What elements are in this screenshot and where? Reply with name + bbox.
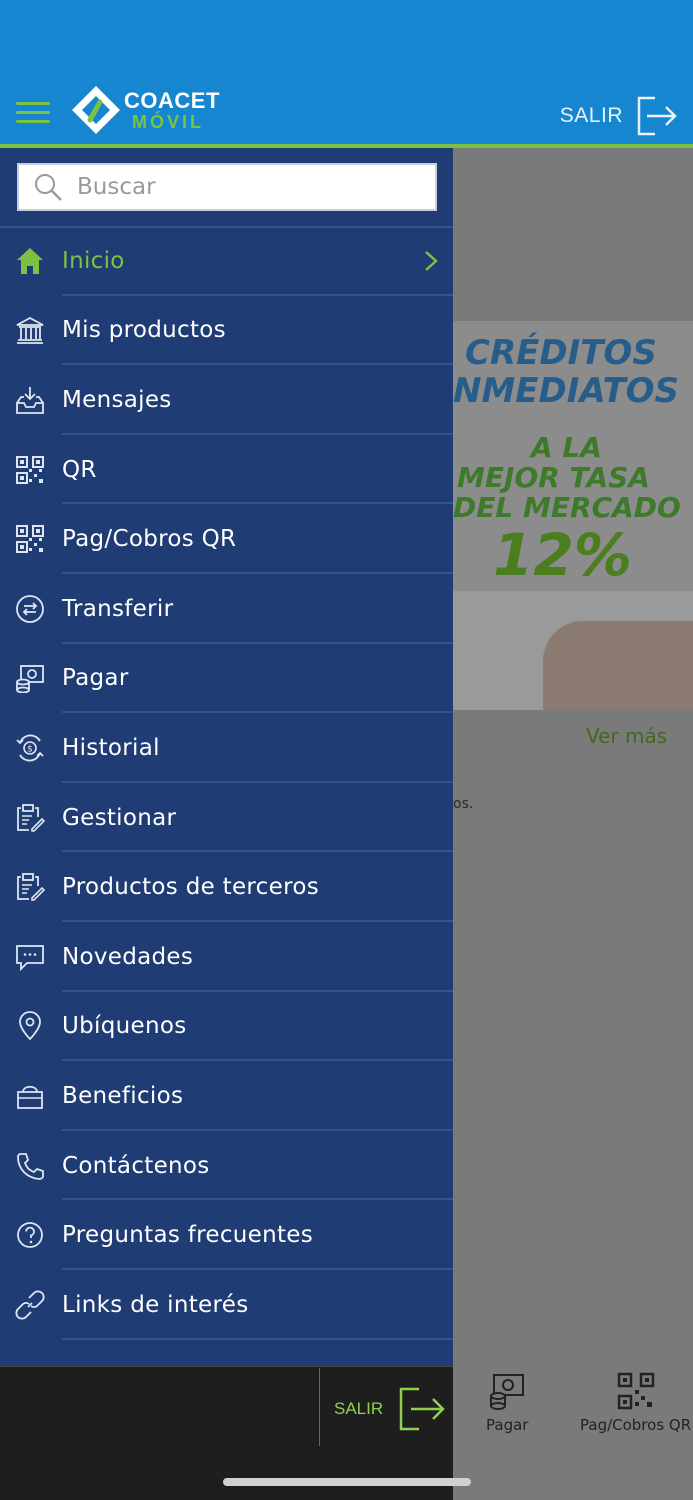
promo-line-3: A LA [531,431,602,464]
logo-diamond-icon [72,86,120,134]
drawer-exit-label: SALIR [334,1399,384,1418]
qr-icon [617,1372,654,1410]
inbox-icon [14,384,46,416]
menu-item-beneficios[interactable]: Beneficios [0,1061,453,1131]
drawer-menu: Inicio Mis productos Mensajes QR Pag/Cob… [0,226,453,1340]
header-exit-button[interactable]: SALIR [560,94,679,138]
menu-item-historial[interactable]: $ Historial [0,713,453,783]
menu-item-ubiquenos[interactable]: Ubíquenos [0,992,453,1062]
menu-item-gestionar[interactable]: Gestionar [0,783,453,853]
tab-pag-cobros-qr-label: Pag/Cobros QR [580,1416,692,1434]
clipboard-icon [14,802,46,834]
location-icon [14,1010,46,1042]
exit-icon [637,96,677,136]
search-icon [35,174,62,201]
bottom-divider [319,1368,320,1446]
menu-item-label: Mensajes [62,386,172,413]
history-icon: $ [14,732,46,764]
chat-icon [14,941,46,973]
menu-item-label: Productos de terceros [62,874,319,901]
svg-text:$: $ [27,744,33,754]
search-input[interactable] [77,174,397,200]
menu-item-novedades[interactable]: Novedades [0,922,453,992]
menu-item-label: Contáctenos [62,1152,210,1179]
clipboard-icon [14,871,46,903]
qr-icon [14,454,46,486]
home-icon [14,245,46,277]
home-indicator [223,1478,471,1486]
menu-item-label: Pag/Cobros QR [62,526,237,553]
menu-item-label: Novedades [62,943,194,970]
logo-text-bottom: MÓVIL [132,112,204,132]
menu-item-contactenos[interactable]: Contáctenos [0,1131,453,1201]
pay-icon [490,1374,525,1410]
menu-item-pagar[interactable]: Pagar [0,644,453,714]
menu-item-label: Gestionar [62,804,177,831]
menu-item-label: Inicio [62,247,125,274]
menu-item-label: Preguntas frecuentes [62,1222,314,1249]
background-text-snippet: os. [453,796,474,812]
menu-item-productos-de-terceros[interactable]: Productos de terceros [0,852,453,922]
menu-item-mis-productos[interactable]: Mis productos [0,296,453,366]
drawer-exit-button[interactable]: SALIR [334,1386,447,1432]
link-icon [14,1289,46,1321]
menu-item-inicio[interactable]: Inicio [0,226,453,296]
menu-item-mensajes[interactable]: Mensajes [0,365,453,435]
chevron-right-icon [425,250,438,271]
menu-item-links-de-interes[interactable]: Links de interés [0,1270,453,1340]
tab-pag-cobros-qr[interactable]: Pag/Cobros QR [580,1372,691,1434]
coacet-logo: COACET MÓVIL [70,84,250,138]
phone-icon [14,1150,46,1182]
menu-item-label: Pagar [62,665,129,692]
menu-item-label: Transferir [62,595,174,622]
hamburger-menu-icon[interactable] [16,100,50,126]
side-drawer: Inicio Mis productos Mensajes QR [0,148,453,1366]
drawer-search-area [0,148,453,226]
bag-icon [14,1080,46,1112]
promo-line-4: MEJOR TASA [457,461,650,494]
menu-item-transferir[interactable]: Transferir [0,574,453,644]
bank-icon [14,314,46,346]
header-exit-label: SALIR [559,104,623,127]
menu-item-label: QR [62,456,97,483]
promo-banner[interactable]: CRÉDITOS NMEDIATOS A LA MEJOR TASA DEL M… [453,321,693,710]
exit-icon [399,1387,445,1431]
menu-item-label: Mis productos [62,317,226,344]
transfer-icon [14,593,46,625]
logo-text-top: COACET [124,88,220,113]
qr-icon [14,523,46,555]
promo-line-5: DEL MERCADO [453,491,681,524]
promo-hand-image [543,621,693,710]
promo-line-1: CRÉDITOS [465,333,657,373]
promo-rate: 12% [493,521,632,589]
tab-pagar[interactable]: Pagar [486,1372,528,1434]
menu-item-preguntas-frecuentes[interactable]: Preguntas frecuentes [0,1200,453,1270]
pay-icon [14,662,46,694]
promo-line-2: NMEDIATOS [453,371,680,411]
menu-item-pag-cobros-qr[interactable]: Pag/Cobros QR [0,504,453,574]
question-icon [14,1219,46,1251]
menu-item-qr[interactable]: QR [0,435,453,505]
menu-item-label: Historial [62,734,160,761]
ver-mas-link[interactable]: Ver más [586,724,667,748]
menu-item-label: Beneficios [62,1082,184,1109]
search-box[interactable] [17,163,437,211]
menu-item-label: Links de interés [62,1291,249,1318]
tab-pagar-label: Pagar [486,1416,529,1434]
menu-item-label: Ubíquenos [62,1013,187,1040]
